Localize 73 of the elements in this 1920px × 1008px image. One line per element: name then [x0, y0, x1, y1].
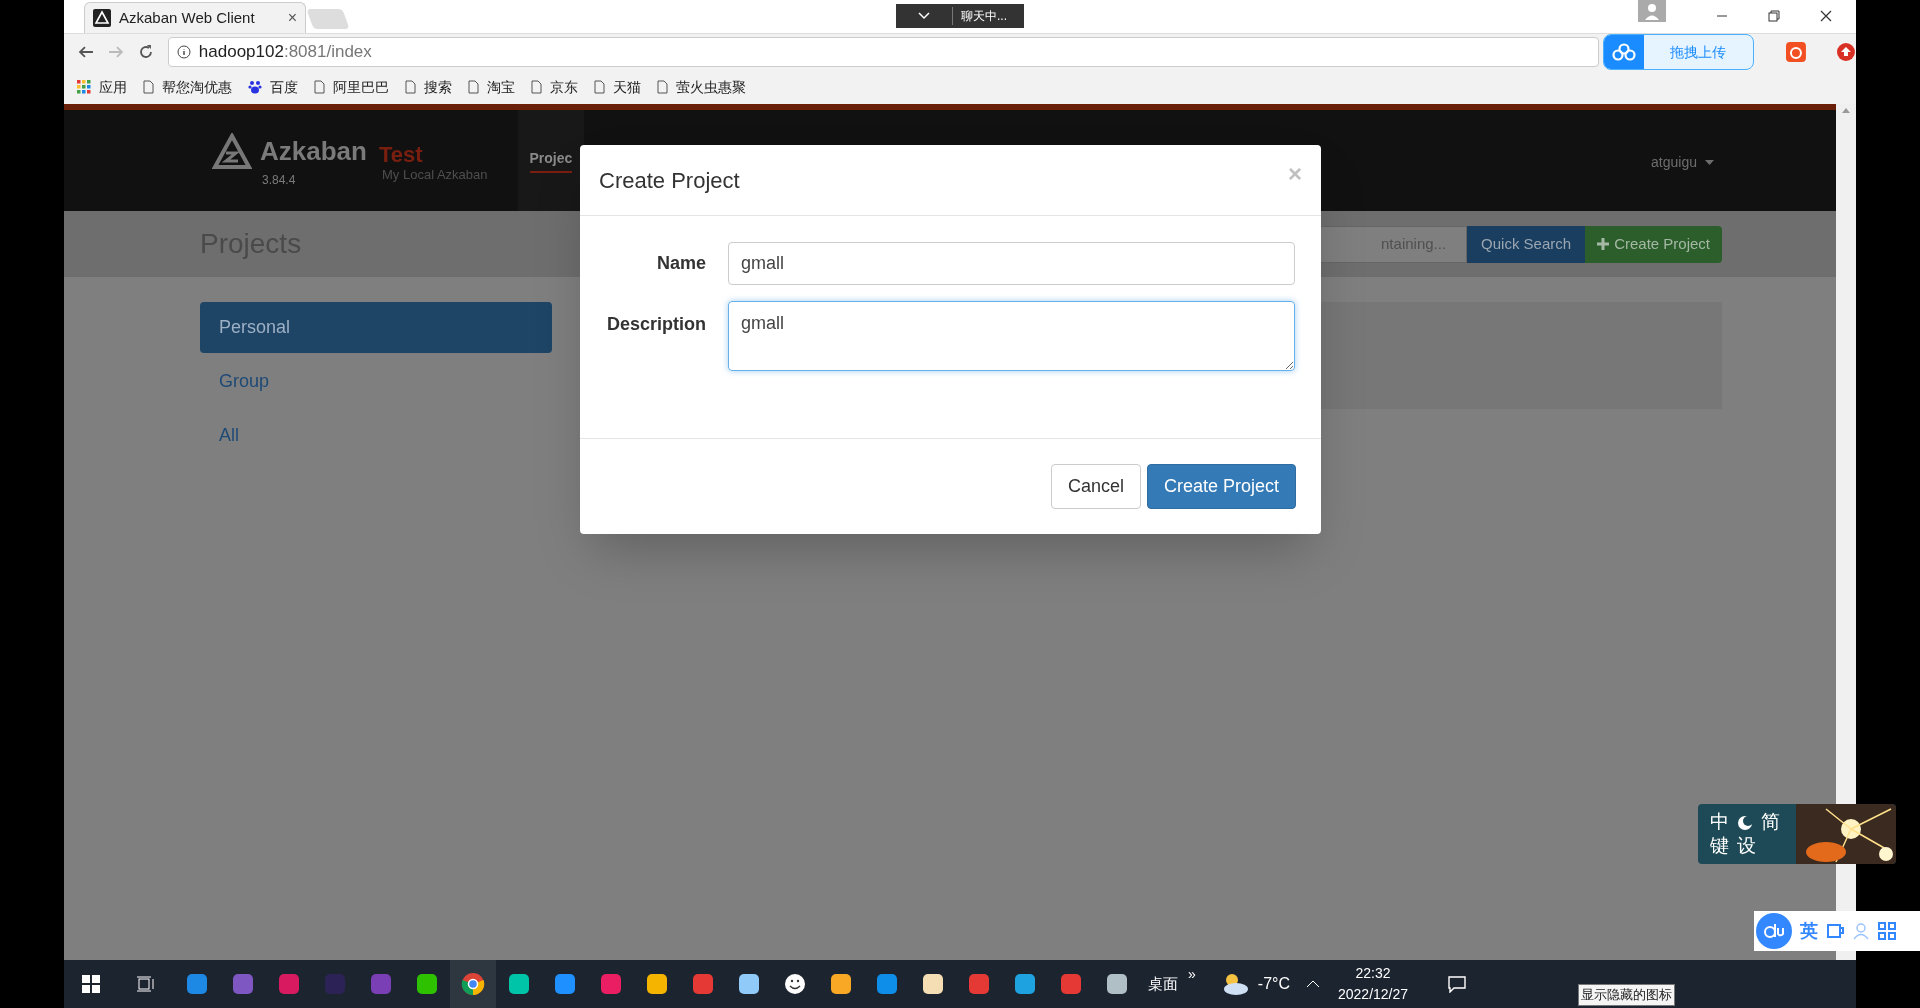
- scroll-up-icon[interactable]: [1842, 108, 1850, 113]
- page-icon: [657, 80, 668, 94]
- bookmark-link[interactable]: 天猫: [594, 76, 641, 98]
- bookmark-link[interactable]: 萤火虫惠聚: [657, 76, 746, 98]
- brand-name: Azkaban: [260, 135, 367, 168]
- notifications-icon[interactable]: [1448, 975, 1467, 993]
- back-arrow-icon[interactable]: [78, 44, 94, 60]
- browser-tab[interactable]: Azkaban Web Client ×: [84, 2, 306, 33]
- page-icon: [594, 80, 605, 94]
- azkaban-logo-icon: [212, 133, 252, 171]
- ime-label: 中: [1710, 810, 1729, 834]
- paw-icon: [248, 80, 262, 94]
- moon-icon: [1737, 815, 1753, 831]
- ring-logo-icon[interactable]: [1786, 42, 1807, 62]
- chat-status: 聊天中...: [952, 7, 1007, 25]
- apps-grid-icon: [77, 80, 91, 94]
- task-view-icon: [137, 976, 155, 992]
- grid-icon[interactable]: [1878, 922, 1896, 940]
- tooltip: 显示隐藏的图标: [1578, 984, 1675, 1006]
- azkaban-logo-icon: [93, 9, 111, 27]
- quick-search-button[interactable]: Quick Search: [1467, 225, 1586, 263]
- environment-name: Test: [378, 141, 423, 169]
- temperature-text: -7°C: [1257, 974, 1290, 994]
- bookmark-link[interactable]: 搜索: [405, 76, 452, 98]
- clock-time: 22:32: [1355, 964, 1391, 983]
- bookmark-link[interactable]: 应用: [77, 76, 127, 98]
- version-text: 3.84.4: [262, 172, 297, 189]
- more-button[interactable]: »: [1188, 963, 1196, 985]
- smiley-icon: [783, 972, 807, 996]
- close-icon[interactable]: [1820, 10, 1832, 22]
- page-icon: [468, 80, 479, 94]
- caret-icon: [1705, 159, 1714, 166]
- address-field[interactable]: hadoop102:8081/index: [167, 37, 1599, 67]
- chrome-icon: [461, 972, 485, 996]
- bookmark-link[interactable]: 帮您淘优惠: [143, 76, 232, 98]
- ime-label: 键: [1710, 834, 1729, 858]
- bookmark-link[interactable]: 淘宝: [468, 76, 515, 98]
- dialog-title: Create Project: [599, 166, 740, 195]
- close-tab-button[interactable]: ×: [287, 6, 297, 30]
- restore-icon[interactable]: [1768, 10, 1780, 22]
- cancel-button[interactable]: Cancel: [1050, 464, 1141, 509]
- bookmark-link[interactable]: 百度: [248, 76, 298, 98]
- bookmark-link[interactable]: 京东: [531, 76, 578, 98]
- page-icon: [405, 80, 416, 94]
- cup-icon[interactable]: [1826, 922, 1844, 940]
- ime-label: 设: [1737, 834, 1756, 858]
- nav-tab[interactable]: Projec: [529, 148, 573, 173]
- windows-logo-icon: [82, 975, 100, 993]
- submit-button[interactable]: Create Project: [1146, 464, 1296, 509]
- filter-item[interactable]: Personal: [200, 302, 552, 353]
- reload-icon[interactable]: [137, 44, 154, 60]
- info-icon: [176, 45, 191, 59]
- field-label: Description: [605, 313, 707, 336]
- environment-description: My Local Azkaban: [382, 166, 488, 184]
- user-menu[interactable]: atguigu: [1651, 152, 1697, 173]
- cloud-icon: [1610, 43, 1637, 61]
- description-field[interactable]: gmall: [728, 301, 1295, 371]
- chrome-button[interactable]: [450, 960, 496, 1008]
- desktop-toolbar[interactable]: 桌面: [1148, 972, 1178, 996]
- page-icon: [531, 80, 542, 94]
- page-icon: [143, 80, 154, 94]
- du-logo-icon[interactable]: [1756, 913, 1792, 949]
- show-hidden-icons-icon[interactable]: [1306, 980, 1320, 988]
- plus-icon: [1597, 238, 1610, 250]
- field-label: Name: [655, 252, 707, 275]
- clock-date: 2022/12/27: [1338, 985, 1409, 1004]
- url-text: hadoop102:8081/index: [198, 41, 372, 64]
- name-field[interactable]: gmall: [728, 242, 1295, 285]
- chevron-down-icon[interactable]: [918, 12, 930, 20]
- bookmark-link[interactable]: 阿里巴巴: [314, 76, 389, 98]
- page-icon: [314, 80, 325, 94]
- create-project-button[interactable]: Create Project: [1585, 225, 1722, 263]
- ime-label: 简: [1761, 810, 1780, 834]
